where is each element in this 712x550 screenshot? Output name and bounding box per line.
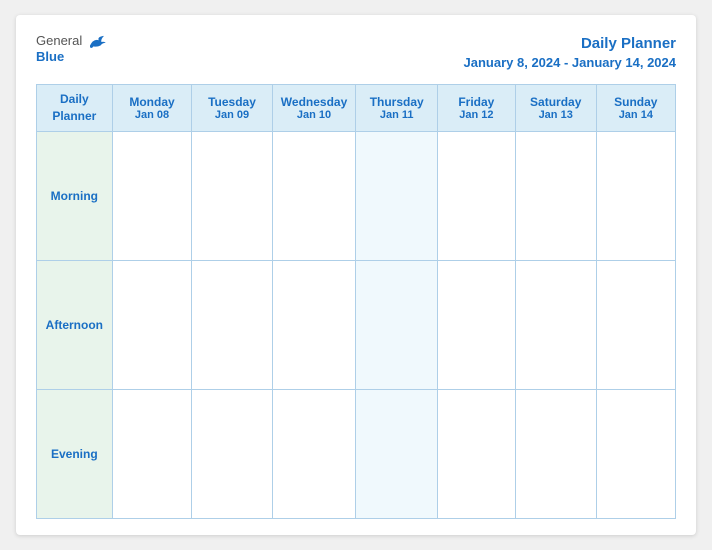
logo-general: General bbox=[36, 33, 106, 49]
bird-icon bbox=[88, 35, 106, 49]
col-label-header: DailyPlanner bbox=[37, 85, 113, 132]
logo-blue: Blue bbox=[36, 49, 64, 65]
evening-monday[interactable] bbox=[112, 389, 192, 518]
afternoon-saturday[interactable] bbox=[515, 260, 596, 389]
header: General Blue Daily Planner January 8, 20… bbox=[36, 33, 676, 72]
header-row: DailyPlanner Monday Jan 08 Tuesday Jan 0… bbox=[37, 85, 676, 132]
title-area: Daily Planner January 8, 2024 - January … bbox=[464, 33, 676, 72]
morning-monday[interactable] bbox=[112, 131, 192, 260]
day-header-sunday: Sunday Jan 14 bbox=[596, 85, 675, 132]
planner-title: Daily Planner bbox=[464, 33, 676, 54]
logo-area: General Blue bbox=[36, 33, 106, 64]
evening-wednesday[interactable] bbox=[272, 389, 356, 518]
morning-label: Morning bbox=[37, 131, 113, 260]
day-header-thursday: Thursday Jan 11 bbox=[356, 85, 437, 132]
day-header-wednesday: Wednesday Jan 10 bbox=[272, 85, 356, 132]
day-header-friday: Friday Jan 12 bbox=[437, 85, 515, 132]
day-header-monday: Monday Jan 08 bbox=[112, 85, 192, 132]
afternoon-sunday[interactable] bbox=[596, 260, 675, 389]
afternoon-monday[interactable] bbox=[112, 260, 192, 389]
morning-friday[interactable] bbox=[437, 131, 515, 260]
calendar-table: DailyPlanner Monday Jan 08 Tuesday Jan 0… bbox=[36, 84, 676, 519]
evening-tuesday[interactable] bbox=[192, 389, 272, 518]
evening-friday[interactable] bbox=[437, 389, 515, 518]
morning-wednesday[interactable] bbox=[272, 131, 356, 260]
morning-saturday[interactable] bbox=[515, 131, 596, 260]
afternoon-wednesday[interactable] bbox=[272, 260, 356, 389]
daily-planner-col-label: DailyPlanner bbox=[52, 92, 96, 123]
afternoon-row: Afternoon bbox=[37, 260, 676, 389]
day-header-saturday: Saturday Jan 13 bbox=[515, 85, 596, 132]
afternoon-thursday[interactable] bbox=[356, 260, 437, 389]
evening-row: Evening bbox=[37, 389, 676, 518]
evening-saturday[interactable] bbox=[515, 389, 596, 518]
planner-date-range: January 8, 2024 - January 14, 2024 bbox=[464, 54, 676, 72]
day-header-tuesday: Tuesday Jan 09 bbox=[192, 85, 272, 132]
evening-label: Evening bbox=[37, 389, 113, 518]
evening-thursday[interactable] bbox=[356, 389, 437, 518]
morning-row: Morning bbox=[37, 131, 676, 260]
morning-thursday[interactable] bbox=[356, 131, 437, 260]
morning-sunday[interactable] bbox=[596, 131, 675, 260]
morning-tuesday[interactable] bbox=[192, 131, 272, 260]
afternoon-friday[interactable] bbox=[437, 260, 515, 389]
planner-page: General Blue Daily Planner January 8, 20… bbox=[16, 15, 696, 535]
evening-sunday[interactable] bbox=[596, 389, 675, 518]
afternoon-tuesday[interactable] bbox=[192, 260, 272, 389]
afternoon-label: Afternoon bbox=[37, 260, 113, 389]
